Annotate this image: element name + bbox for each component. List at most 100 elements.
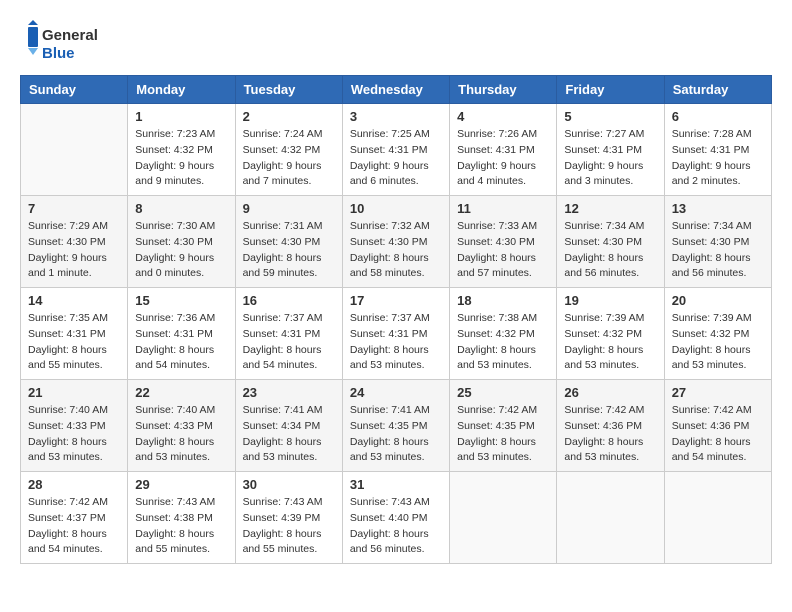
column-header-thursday: Thursday xyxy=(450,76,557,104)
column-header-sunday: Sunday xyxy=(21,76,128,104)
day-info: Sunrise: 7:29 AM Sunset: 4:30 PM Dayligh… xyxy=(28,219,120,282)
calendar-cell: 25 Sunrise: 7:42 AM Sunset: 4:35 PM Dayli… xyxy=(450,380,557,472)
day-number: 7 xyxy=(28,201,120,216)
calendar-cell: 11 Sunrise: 7:33 AM Sunset: 4:30 PM Dayli… xyxy=(450,196,557,288)
calendar-cell xyxy=(450,472,557,564)
day-number: 18 xyxy=(457,293,549,308)
calendar-cell: 30Sunrise: 7:43 AM Sunset: 4:39 PM Dayli… xyxy=(235,472,342,564)
day-number: 13 xyxy=(672,201,764,216)
calendar-cell: 21 Sunrise: 7:40 AM Sunset: 4:33 PM Dayli… xyxy=(21,380,128,472)
day-info: Sunrise: 7:38 AM Sunset: 4:32 PM Dayligh… xyxy=(457,311,549,374)
calendar-cell: 2 Sunrise: 7:24 AM Sunset: 4:32 PM Daylig… xyxy=(235,104,342,196)
day-number: 2 xyxy=(243,109,335,124)
day-number: 25 xyxy=(457,385,549,400)
day-info: Sunrise: 7:43 AM Sunset: 4:40 PM Dayligh… xyxy=(350,495,442,558)
calendar-cell: 3Sunrise: 7:25 AM Sunset: 4:31 PM Daylig… xyxy=(342,104,449,196)
day-info: Sunrise: 7:24 AM Sunset: 4:32 PM Dayligh… xyxy=(243,127,335,190)
logo-wordmark: General Blue xyxy=(20,20,100,65)
day-info: Sunrise: 7:23 AM Sunset: 4:32 PM Dayligh… xyxy=(135,127,227,190)
day-info: Sunrise: 7:42 AM Sunset: 4:35 PM Dayligh… xyxy=(457,403,549,466)
day-number: 9 xyxy=(243,201,335,216)
day-info: Sunrise: 7:35 AM Sunset: 4:31 PM Dayligh… xyxy=(28,311,120,374)
day-info: Sunrise: 7:42 AM Sunset: 4:37 PM Dayligh… xyxy=(28,495,120,558)
day-number: 14 xyxy=(28,293,120,308)
calendar-cell: 27 Sunrise: 7:42 AM Sunset: 4:36 PM Dayli… xyxy=(664,380,771,472)
day-info: Sunrise: 7:40 AM Sunset: 4:33 PM Dayligh… xyxy=(135,403,227,466)
day-info: Sunrise: 7:39 AM Sunset: 4:32 PM Dayligh… xyxy=(672,311,764,374)
logo-svg: General Blue xyxy=(20,20,100,65)
day-info: Sunrise: 7:31 AM Sunset: 4:30 PM Dayligh… xyxy=(243,219,335,282)
calendar-cell: 18 Sunrise: 7:38 AM Sunset: 4:32 PM Dayli… xyxy=(450,288,557,380)
calendar-cell: 31 Sunrise: 7:43 AM Sunset: 4:40 PM Dayli… xyxy=(342,472,449,564)
calendar-cell: 24 Sunrise: 7:41 AM Sunset: 4:35 PM Dayli… xyxy=(342,380,449,472)
calendar-cell: 7 Sunrise: 7:29 AM Sunset: 4:30 PM Daylig… xyxy=(21,196,128,288)
day-info: Sunrise: 7:34 AM Sunset: 4:30 PM Dayligh… xyxy=(564,219,656,282)
calendar-week-row: 1 Sunrise: 7:23 AM Sunset: 4:32 PM Daylig… xyxy=(21,104,772,196)
calendar-cell xyxy=(21,104,128,196)
day-info: Sunrise: 7:41 AM Sunset: 4:34 PM Dayligh… xyxy=(243,403,335,466)
day-info: Sunrise: 7:40 AM Sunset: 4:33 PM Dayligh… xyxy=(28,403,120,466)
calendar-cell: 26 Sunrise: 7:42 AM Sunset: 4:36 PM Dayli… xyxy=(557,380,664,472)
calendar-cell: 22 Sunrise: 7:40 AM Sunset: 4:33 PM Dayli… xyxy=(128,380,235,472)
day-number: 23 xyxy=(243,385,335,400)
day-info: Sunrise: 7:43 AM Sunset: 4:38 PM Dayligh… xyxy=(135,495,227,558)
day-info: Sunrise: 7:25 AM Sunset: 4:31 PM Dayligh… xyxy=(350,127,442,190)
calendar-cell: 12 Sunrise: 7:34 AM Sunset: 4:30 PM Dayli… xyxy=(557,196,664,288)
calendar-week-row: 28 Sunrise: 7:42 AM Sunset: 4:37 PM Dayli… xyxy=(21,472,772,564)
calendar-cell xyxy=(557,472,664,564)
day-number: 16 xyxy=(243,293,335,308)
day-number: 11 xyxy=(457,201,549,216)
column-header-friday: Friday xyxy=(557,76,664,104)
day-number: 22 xyxy=(135,385,227,400)
calendar-cell: 23 Sunrise: 7:41 AM Sunset: 4:34 PM Dayli… xyxy=(235,380,342,472)
day-info: Sunrise: 7:37 AM Sunset: 4:31 PM Dayligh… xyxy=(350,311,442,374)
column-header-tuesday: Tuesday xyxy=(235,76,342,104)
calendar-cell: 16 Sunrise: 7:37 AM Sunset: 4:31 PM Dayli… xyxy=(235,288,342,380)
day-info: Sunrise: 7:32 AM Sunset: 4:30 PM Dayligh… xyxy=(350,219,442,282)
day-number: 27 xyxy=(672,385,764,400)
calendar-table: SundayMondayTuesdayWednesdayThursdayFrid… xyxy=(20,75,772,564)
day-number: 31 xyxy=(350,477,442,492)
day-number: 24 xyxy=(350,385,442,400)
svg-text:General: General xyxy=(42,27,98,44)
calendar-cell: 8Sunrise: 7:30 AM Sunset: 4:30 PM Daylig… xyxy=(128,196,235,288)
day-number: 6 xyxy=(672,109,764,124)
calendar-week-row: 14 Sunrise: 7:35 AM Sunset: 4:31 PM Dayli… xyxy=(21,288,772,380)
calendar-cell: 4Sunrise: 7:26 AM Sunset: 4:31 PM Daylig… xyxy=(450,104,557,196)
day-number: 10 xyxy=(350,201,442,216)
day-info: Sunrise: 7:33 AM Sunset: 4:30 PM Dayligh… xyxy=(457,219,549,282)
day-number: 28 xyxy=(28,477,120,492)
day-number: 5 xyxy=(564,109,656,124)
calendar-cell: 14 Sunrise: 7:35 AM Sunset: 4:31 PM Dayli… xyxy=(21,288,128,380)
page-header: General Blue xyxy=(20,20,772,65)
day-info: Sunrise: 7:34 AM Sunset: 4:30 PM Dayligh… xyxy=(672,219,764,282)
day-number: 12 xyxy=(564,201,656,216)
calendar-cell: 17Sunrise: 7:37 AM Sunset: 4:31 PM Dayli… xyxy=(342,288,449,380)
logo: General Blue xyxy=(20,20,100,65)
day-number: 26 xyxy=(564,385,656,400)
day-number: 19 xyxy=(564,293,656,308)
day-number: 15 xyxy=(135,293,227,308)
column-header-wednesday: Wednesday xyxy=(342,76,449,104)
calendar-cell: 5 Sunrise: 7:27 AM Sunset: 4:31 PM Daylig… xyxy=(557,104,664,196)
svg-text:Blue: Blue xyxy=(42,45,75,62)
day-info: Sunrise: 7:41 AM Sunset: 4:35 PM Dayligh… xyxy=(350,403,442,466)
day-info: Sunrise: 7:37 AM Sunset: 4:31 PM Dayligh… xyxy=(243,311,335,374)
day-number: 4 xyxy=(457,109,549,124)
day-number: 21 xyxy=(28,385,120,400)
day-number: 30 xyxy=(243,477,335,492)
column-header-monday: Monday xyxy=(128,76,235,104)
day-number: 29 xyxy=(135,477,227,492)
day-info: Sunrise: 7:42 AM Sunset: 4:36 PM Dayligh… xyxy=(564,403,656,466)
calendar-cell: 15Sunrise: 7:36 AM Sunset: 4:31 PM Dayli… xyxy=(128,288,235,380)
calendar-cell: 29 Sunrise: 7:43 AM Sunset: 4:38 PM Dayli… xyxy=(128,472,235,564)
day-info: Sunrise: 7:39 AM Sunset: 4:32 PM Dayligh… xyxy=(564,311,656,374)
calendar-header-row: SundayMondayTuesdayWednesdayThursdayFrid… xyxy=(21,76,772,104)
day-info: Sunrise: 7:27 AM Sunset: 4:31 PM Dayligh… xyxy=(564,127,656,190)
calendar-cell: 20Sunrise: 7:39 AM Sunset: 4:32 PM Dayli… xyxy=(664,288,771,380)
calendar-week-row: 7 Sunrise: 7:29 AM Sunset: 4:30 PM Daylig… xyxy=(21,196,772,288)
day-info: Sunrise: 7:42 AM Sunset: 4:36 PM Dayligh… xyxy=(672,403,764,466)
calendar-cell: 13 Sunrise: 7:34 AM Sunset: 4:30 PM Dayli… xyxy=(664,196,771,288)
calendar-cell: 9 Sunrise: 7:31 AM Sunset: 4:30 PM Daylig… xyxy=(235,196,342,288)
day-number: 1 xyxy=(135,109,227,124)
